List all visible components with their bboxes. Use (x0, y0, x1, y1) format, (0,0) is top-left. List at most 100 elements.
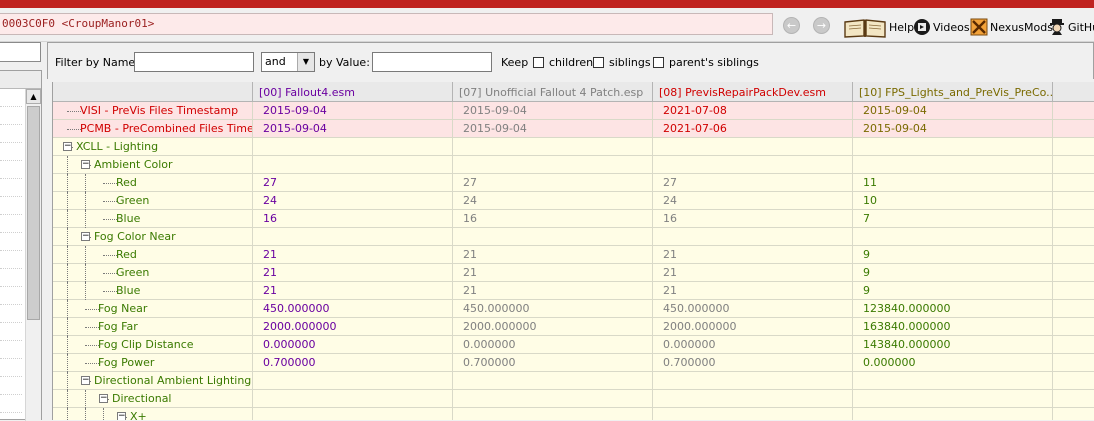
field-value-cell[interactable]: 21 (253, 246, 453, 264)
field-value-cell[interactable] (253, 228, 453, 246)
field-value-cell[interactable]: 2015-09-04 (853, 120, 1053, 138)
keep-parents-siblings-checkbox[interactable] (653, 57, 664, 68)
scroll-up-icon[interactable]: ▲ (26, 89, 41, 104)
filter-name-input[interactable] (134, 52, 254, 72)
field-value-cell[interactable]: 21 (653, 246, 853, 264)
field-value-cell[interactable] (853, 138, 1053, 156)
field-value-cell[interactable]: 0.000000 (453, 336, 653, 354)
collapse-toggle-icon[interactable]: − (63, 142, 72, 151)
collapse-toggle-icon[interactable]: − (81, 160, 90, 169)
field-value-cell[interactable]: 123840.000000 (853, 300, 1053, 318)
field-value-cell[interactable]: 24 (253, 192, 453, 210)
keep-children-checkbox[interactable] (533, 57, 544, 68)
field-value-cell[interactable] (853, 408, 1053, 420)
field-value-cell[interactable] (653, 156, 853, 174)
field-value-cell[interactable] (253, 372, 453, 390)
field-value-cell[interactable]: 11 (853, 174, 1053, 192)
record-field-row[interactable]: Fog Near 450.000000 450.000000 450.000000 12… (53, 300, 1094, 318)
field-name-cell[interactable]: Red (53, 246, 253, 264)
field-value-cell[interactable]: 450.000000 (253, 300, 453, 318)
field-name-cell[interactable]: Fog Clip Distance (53, 336, 253, 354)
field-value-cell[interactable]: 143840.000000 (853, 336, 1053, 354)
field-value-cell[interactable]: 24 (653, 192, 853, 210)
field-value-cell[interactable]: 2015-09-04 (453, 102, 653, 120)
field-value-cell[interactable]: 27 (653, 174, 853, 192)
field-name-cell[interactable]: − XCLL - Lighting (53, 138, 253, 156)
record-field-row[interactable]: Blue 16 16 16 7 (53, 210, 1094, 228)
help-button[interactable]: Help (843, 16, 914, 38)
field-value-cell[interactable]: 2015-09-04 (253, 120, 453, 138)
field-value-cell[interactable] (653, 390, 853, 408)
record-field-row[interactable]: − Fog Color Near (53, 228, 1094, 246)
field-name-cell[interactable]: − Directional Ambient Lighting ... (53, 372, 253, 390)
videos-button[interactable]: Videos (913, 16, 970, 38)
field-value-cell[interactable] (453, 138, 653, 156)
record-field-row[interactable]: − Directional (53, 390, 1094, 408)
field-value-cell[interactable]: 2021-07-08 (653, 102, 853, 120)
field-value-cell[interactable]: 9 (853, 246, 1053, 264)
field-value-cell[interactable] (853, 372, 1053, 390)
field-value-cell[interactable]: 16 (453, 210, 653, 228)
field-name-cell[interactable]: − Directional (53, 390, 253, 408)
record-field-row[interactable]: Fog Far 2000.000000 2000.000000 2000.000000… (53, 318, 1094, 336)
field-value-cell[interactable] (253, 156, 453, 174)
field-value-cell[interactable]: 21 (653, 282, 853, 300)
grid-header-plugin-column[interactable]: [07] Unofficial Fallout 4 Patch.esp (453, 82, 653, 102)
record-address-field[interactable]: 0003C0F0 <CroupManor01> (0, 13, 773, 35)
navigation-scrollbar[interactable]: ▲ (25, 89, 41, 421)
field-value-cell[interactable] (653, 138, 853, 156)
field-value-cell[interactable] (453, 408, 653, 420)
field-value-cell[interactable] (653, 372, 853, 390)
field-name-cell[interactable]: Green (53, 264, 253, 282)
field-value-cell[interactable]: 0.000000 (253, 336, 453, 354)
field-value-cell[interactable] (853, 390, 1053, 408)
collapse-toggle-icon[interactable]: − (117, 412, 126, 420)
record-field-row[interactable]: PCMB - PreCombined Files Times... 2015-09… (53, 120, 1094, 138)
field-name-cell[interactable]: − X+ (53, 408, 253, 420)
field-value-cell[interactable]: 2000.000000 (453, 318, 653, 336)
forward-button[interactable]: → (813, 17, 830, 34)
field-value-cell[interactable]: 21 (653, 264, 853, 282)
record-field-row[interactable]: − Ambient Color (53, 156, 1094, 174)
back-button[interactable]: ← (783, 17, 800, 34)
field-value-cell[interactable]: 450.000000 (453, 300, 653, 318)
field-value-cell[interactable]: 7 (853, 210, 1053, 228)
record-field-row[interactable]: Fog Clip Distance 0.000000 0.000000 0.00000… (53, 336, 1094, 354)
field-name-cell[interactable]: Fog Near (53, 300, 253, 318)
record-field-row[interactable]: Fog Power 0.700000 0.700000 0.700000 0.00000… (53, 354, 1094, 372)
field-value-cell[interactable] (453, 390, 653, 408)
field-value-cell[interactable] (653, 408, 853, 420)
grid-header-plugin-column[interactable]: [00] Fallout4.esm (253, 82, 453, 102)
record-field-row[interactable]: − XCLL - Lighting (53, 138, 1094, 156)
field-value-cell[interactable]: 2015-09-04 (453, 120, 653, 138)
collapse-toggle-icon[interactable]: − (99, 394, 108, 403)
field-value-cell[interactable] (853, 156, 1053, 174)
filter-value-input[interactable] (372, 52, 492, 72)
field-name-cell[interactable]: Fog Power (53, 354, 253, 372)
field-value-cell[interactable]: 9 (853, 264, 1053, 282)
navigation-tree-pane[interactable]: ▲ (0, 70, 42, 421)
grid-header-name-column[interactable] (53, 82, 253, 102)
field-value-cell[interactable]: 0.700000 (253, 354, 453, 372)
field-name-cell[interactable]: Red (53, 174, 253, 192)
field-value-cell[interactable]: 0.000000 (653, 336, 853, 354)
field-value-cell[interactable]: 2015-09-04 (853, 102, 1053, 120)
github-button[interactable]: GitHu (1048, 16, 1094, 38)
field-value-cell[interactable]: 163840.000000 (853, 318, 1053, 336)
collapse-toggle-icon[interactable]: − (81, 376, 90, 385)
grid-header-plugin-column[interactable]: [08] PrevisRepairPackDev.esm (653, 82, 853, 102)
field-value-cell[interactable]: 21 (453, 264, 653, 282)
grid-header-plugin-column[interactable]: [10] FPS_Lights_and_PreVis_PreCo... (853, 82, 1053, 102)
record-field-row[interactable]: − X+ (53, 408, 1094, 420)
field-value-cell[interactable] (453, 372, 653, 390)
field-value-cell[interactable]: 0.700000 (453, 354, 653, 372)
field-value-cell[interactable] (453, 228, 653, 246)
field-value-cell[interactable] (453, 156, 653, 174)
field-name-cell[interactable]: − Fog Color Near (53, 228, 253, 246)
field-value-cell[interactable]: 27 (253, 174, 453, 192)
field-name-cell[interactable]: PCMB - PreCombined Files Times... (53, 120, 253, 138)
record-field-row[interactable]: Red 27 27 27 11 (53, 174, 1094, 192)
field-value-cell[interactable]: 0.700000 (653, 354, 853, 372)
collapse-toggle-icon[interactable]: − (81, 232, 90, 241)
record-field-row[interactable]: − Directional Ambient Lighting ... (53, 372, 1094, 390)
